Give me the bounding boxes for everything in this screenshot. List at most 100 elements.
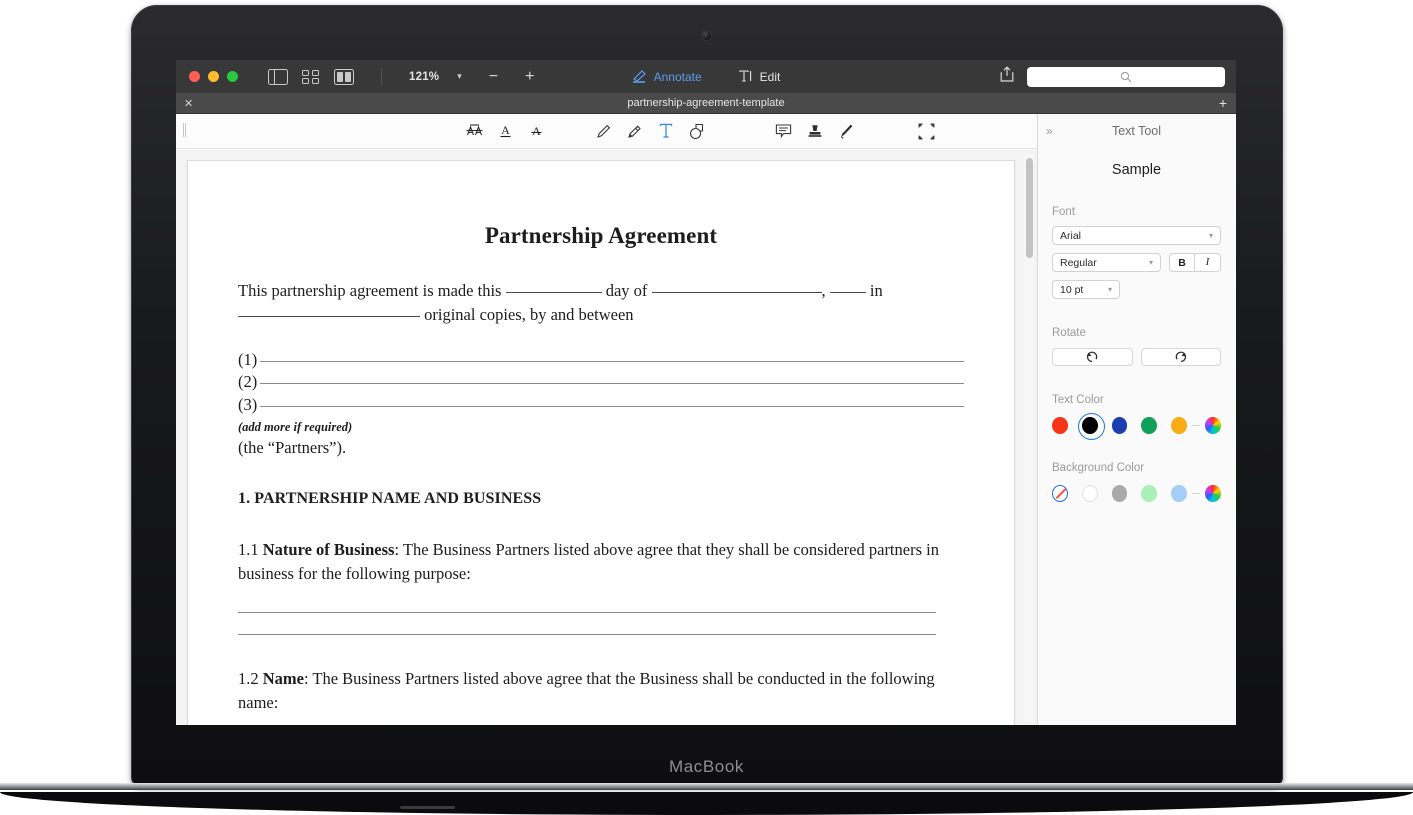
text-color-red[interactable] xyxy=(1052,417,1068,434)
blank-field-date-month[interactable] xyxy=(651,292,822,293)
two-page-view-icon[interactable] xyxy=(334,68,354,85)
sidebar-toggle-icon[interactable] xyxy=(268,68,288,85)
zoom-level-value[interactable]: 121% xyxy=(409,71,439,83)
select-area-icon[interactable] xyxy=(911,118,942,144)
clause-1-2-number: 1.2 xyxy=(238,669,259,689)
text-color-green[interactable] xyxy=(1141,417,1158,434)
pencil-icon[interactable] xyxy=(588,118,619,144)
zoom-out-button[interactable]: − xyxy=(489,68,498,85)
document-page[interactable]: Partnership Agreement This partnership a… xyxy=(187,160,1015,725)
grid-view-icon[interactable] xyxy=(301,69,321,85)
chevron-down-icon: ▾ xyxy=(1208,231,1213,240)
toolbar-divider xyxy=(381,68,382,85)
tab-bar: ✕ partnership-agreement-template + xyxy=(176,93,1236,114)
font-size-value: 10 pt xyxy=(1060,283,1084,296)
clause-1-1-number: 1.1 xyxy=(238,539,259,559)
screen-content: 121% ▾ − + Annotate Edit ✕ partnership-a… xyxy=(176,60,1236,725)
annotate-mode-button[interactable]: Annotate xyxy=(632,70,702,84)
background-color-white[interactable] xyxy=(1081,485,1098,502)
blank-field-business-purpose-1[interactable] xyxy=(238,612,936,614)
edit-mode-button[interactable]: Edit xyxy=(739,70,780,84)
partners-definition-line: (the “Partners”). xyxy=(238,437,347,457)
blank-field-partner-3[interactable] xyxy=(260,406,964,408)
toolbar-drag-handle[interactable] xyxy=(183,123,187,137)
text-color-swatches xyxy=(1052,413,1222,440)
list-item[interactable]: (2) xyxy=(238,371,964,394)
search-input[interactable] xyxy=(1027,66,1225,87)
text-recognition-icon[interactable] xyxy=(459,118,490,144)
webcam-icon xyxy=(702,31,711,40)
svg-text:A: A xyxy=(501,123,510,137)
chevron-down-icon[interactable]: ▾ xyxy=(457,71,462,82)
blank-field-partner-2[interactable] xyxy=(260,383,964,385)
document-title: Partnership Agreement xyxy=(484,223,718,248)
minimize-window-button[interactable] xyxy=(208,71,219,82)
shape-tool-icon[interactable] xyxy=(681,118,712,144)
intro-text-2: day of xyxy=(605,281,648,300)
blank-field-copies-count[interactable] xyxy=(238,315,420,317)
tab-title-partnership-agreement-template[interactable]: partnership-agreement-template xyxy=(176,97,1236,109)
background-color-light-green[interactable] xyxy=(1141,485,1158,502)
stamp-icon[interactable] xyxy=(799,118,830,144)
font-size-select[interactable]: 10 pt ▾ xyxy=(1052,280,1120,299)
zoom-in-button[interactable]: + xyxy=(525,68,534,85)
strikethrough-text-icon[interactable]: A xyxy=(521,118,552,144)
rotate-counterclockwise-icon xyxy=(1087,351,1098,362)
panel-title: Text Tool xyxy=(1111,124,1162,138)
svg-text:A: A xyxy=(532,124,541,138)
share-icon[interactable] xyxy=(1000,66,1014,87)
text-color-blue[interactable] xyxy=(1111,417,1128,434)
screenshot-stage: MacBook 121% ▾ − + Annotate Edit ✕ partn… xyxy=(0,0,1413,815)
clause-1-1: 1.1 Nature of Business: The Business Par… xyxy=(238,538,964,586)
macbook-base-notch xyxy=(400,806,455,809)
close-tab-button[interactable]: ✕ xyxy=(184,97,193,110)
signature-icon[interactable] xyxy=(830,118,861,144)
text-tool-icon[interactable] xyxy=(650,118,681,144)
text-color-black[interactable] xyxy=(1077,413,1105,440)
text-color-label: Text Color xyxy=(1052,394,1104,406)
bold-button[interactable]: B xyxy=(1170,254,1195,271)
background-color-custom-picker[interactable] xyxy=(1205,485,1222,502)
background-color-none[interactable] xyxy=(1052,485,1068,502)
background-color-swatches xyxy=(1052,485,1222,502)
eraser-icon[interactable] xyxy=(619,118,650,144)
add-more-note: (add more if required) xyxy=(238,419,353,434)
text-color-custom-picker[interactable] xyxy=(1205,417,1222,434)
new-tab-button[interactable]: + xyxy=(1219,96,1227,110)
italic-button[interactable]: I xyxy=(1195,254,1220,271)
intro-text-5: original copies, by and between xyxy=(424,304,634,324)
background-color-label: Background Color xyxy=(1052,462,1145,474)
font-family-value: Arial xyxy=(1060,229,1082,242)
font-preview-sample: Sample xyxy=(1111,162,1162,178)
window-traffic-lights[interactable] xyxy=(189,71,238,82)
list-item[interactable]: (3) xyxy=(238,394,964,417)
font-family-select[interactable]: Arial ▾ xyxy=(1052,226,1221,245)
annotate-icon xyxy=(632,70,646,83)
clause-1-2: 1.2 Name: The Business Partners listed a… xyxy=(238,667,964,715)
maximize-window-button[interactable] xyxy=(227,71,238,82)
macbook-hinge xyxy=(0,783,1413,790)
background-color-gray[interactable] xyxy=(1111,485,1128,502)
search-icon xyxy=(1120,71,1132,82)
font-style-select[interactable]: Regular ▾ xyxy=(1052,253,1161,272)
underline-text-icon[interactable]: A xyxy=(490,118,521,144)
rotate-clockwise-button[interactable] xyxy=(1140,348,1221,366)
blank-field-business-purpose-2[interactable] xyxy=(238,634,936,636)
close-window-button[interactable] xyxy=(189,71,200,82)
document-canvas[interactable]: Partnership Agreement This partnership a… xyxy=(176,150,1037,725)
blank-field-date-day[interactable] xyxy=(505,292,602,293)
list-item[interactable]: (1) xyxy=(238,349,964,372)
document-scrollbar-thumb[interactable] xyxy=(1026,158,1033,258)
background-color-light-blue[interactable] xyxy=(1171,485,1187,502)
blank-field-partner-1[interactable] xyxy=(260,360,964,362)
blank-field-date-year[interactable] xyxy=(829,292,866,293)
text-color-orange[interactable] xyxy=(1171,417,1187,434)
note-comment-icon[interactable] xyxy=(768,118,799,144)
macbook-brand-label: MacBook xyxy=(668,757,745,776)
document-pane: A A Partnership Agreement This partnersh… xyxy=(176,114,1038,725)
clause-1-2-text: : The Business Partners listed above agr… xyxy=(238,669,935,713)
rotate-counterclockwise-button[interactable] xyxy=(1052,348,1133,366)
document-intro-paragraph: This partnership agreement is made this … xyxy=(238,279,964,327)
swatch-connector xyxy=(1191,493,1201,494)
collapse-panel-button[interactable]: » xyxy=(1046,124,1053,138)
